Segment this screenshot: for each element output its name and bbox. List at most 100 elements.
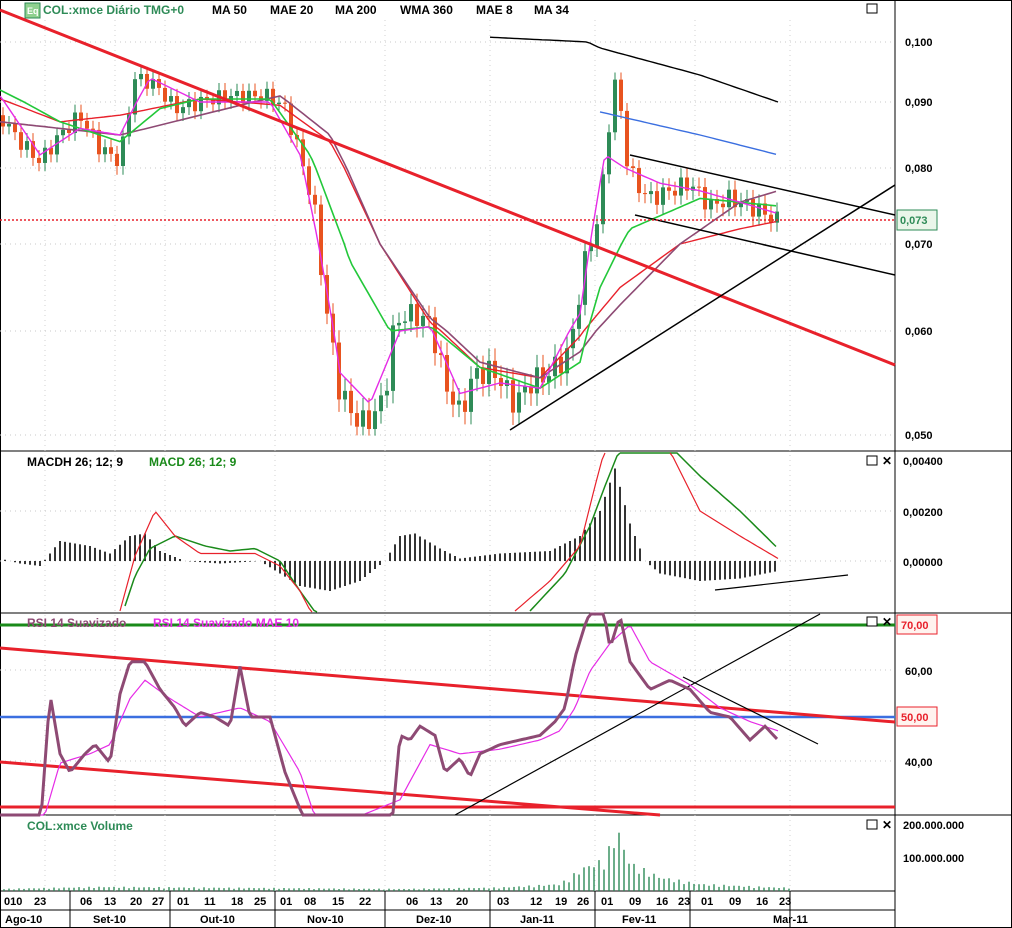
candle-body <box>421 315 425 326</box>
candle-body <box>61 129 65 136</box>
candle-body <box>619 79 623 111</box>
candle-body <box>655 191 659 205</box>
volume-label[interactable]: COL:xmce Volume <box>27 819 133 833</box>
day-tick: 26 <box>577 896 589 908</box>
rsi-label[interactable]: RSI 14 Suavizado <box>27 616 126 630</box>
candle-body <box>403 321 407 323</box>
candle-body <box>391 325 395 391</box>
price-tick: 0,090 <box>905 97 933 109</box>
macd-hist-label[interactable]: MACDH 26; 12; 9 <box>27 455 123 469</box>
candle-body <box>169 96 173 102</box>
close-icon[interactable]: ✕ <box>882 818 892 832</box>
day-tick: 13 <box>430 896 442 908</box>
candle-body <box>535 367 539 394</box>
candle-body <box>139 73 143 80</box>
candle-body <box>283 102 287 104</box>
candle-body <box>631 166 635 169</box>
candle-body <box>355 413 359 427</box>
day-tick: 23 <box>678 896 690 908</box>
candle-body <box>367 410 371 429</box>
candle-body <box>163 87 167 102</box>
day-tick: 01 <box>601 896 613 908</box>
candle-body <box>481 368 485 384</box>
maximize-icon[interactable] <box>866 819 878 830</box>
indicator-ma50[interactable]: MA 50 <box>212 3 247 17</box>
candle-body <box>85 120 89 129</box>
day-tick: 12 <box>530 896 542 908</box>
day-tick: 16 <box>756 896 768 908</box>
day-tick: 23 <box>34 896 46 908</box>
month-tick: Dez-10 <box>416 914 451 926</box>
candle-body <box>469 378 473 412</box>
indicator-ma200[interactable]: MA 200 <box>335 3 377 17</box>
day-tick: 11 <box>204 896 216 908</box>
day-tick: 27 <box>152 896 164 908</box>
candle-body <box>451 391 455 405</box>
candle-body <box>385 390 389 396</box>
month-tick: Ago-10 <box>5 914 42 926</box>
day-tick: 01 <box>280 896 292 908</box>
chart-canvas: 0,100 0,090 0,080 0,070 0,060 0,050 0,07… <box>0 0 1012 928</box>
candle-body <box>769 214 773 223</box>
day-tick: 01 <box>177 896 189 908</box>
indicator-ma34[interactable]: MA 34 <box>534 3 569 17</box>
symbol-label[interactable]: COL:xmce Diário TMG+0 <box>43 3 184 17</box>
indicator-wma360[interactable]: WMA 360 <box>400 3 453 17</box>
macd-tick: 0,00200 <box>903 507 943 519</box>
candle-body <box>109 147 113 154</box>
candle-body <box>19 132 23 150</box>
candle-body <box>517 392 521 413</box>
eq-icon-text: Eq <box>27 6 39 16</box>
macd-label[interactable]: MACD 26; 12; 9 <box>149 455 237 469</box>
candle-body <box>643 193 647 195</box>
candle-body <box>613 79 617 133</box>
month-tick: Nov-10 <box>307 914 344 926</box>
candle-body <box>7 123 11 127</box>
rsi-level: 70,00 <box>901 620 929 632</box>
day-tick: 25 <box>254 896 266 908</box>
candle-body <box>343 390 347 400</box>
day-tick: 09 <box>629 896 641 908</box>
candle-body <box>697 186 701 188</box>
maximize-icon[interactable] <box>866 455 878 466</box>
day-tick: 13 <box>104 896 116 908</box>
candle-body <box>595 224 599 247</box>
day-tick: 20 <box>130 896 142 908</box>
candle-body <box>637 168 641 194</box>
candle-body <box>523 386 527 393</box>
candle-body <box>757 203 761 217</box>
indicator-mae8[interactable]: MAE 8 <box>476 3 513 17</box>
day-tick: 23 <box>779 896 791 908</box>
rsi-ma-label[interactable]: RSI 14 Suavizado MAE 10 <box>153 616 299 630</box>
candle-body <box>373 411 377 429</box>
candle-body <box>751 199 755 217</box>
candle-body <box>409 304 413 322</box>
candle-body <box>601 174 605 225</box>
close-icon[interactable]: ✕ <box>882 615 892 629</box>
close-icon[interactable]: ✕ <box>882 454 892 468</box>
candle-body <box>253 90 257 97</box>
candle-body <box>397 322 401 326</box>
price-tick: 0,080 <box>905 163 933 175</box>
candle-body <box>103 147 107 155</box>
day-tick: 22 <box>359 896 371 908</box>
candle-body <box>13 123 17 133</box>
indicator-mae20[interactable]: MAE 20 <box>270 3 314 17</box>
rsi-tick: 40,00 <box>905 757 933 769</box>
candle-body <box>475 368 479 379</box>
candle-body <box>277 102 281 105</box>
last-price-label: 0,073 <box>900 215 928 227</box>
maximize-icon[interactable] <box>866 616 878 627</box>
candle-body <box>115 153 119 166</box>
candle-body <box>313 194 317 205</box>
month-tick: Fev-11 <box>622 914 656 926</box>
macd-tick: 0,00000 <box>903 557 943 569</box>
candle-body <box>25 141 29 150</box>
maximize-icon[interactable] <box>866 3 878 14</box>
candle-body <box>379 395 383 412</box>
month-tick: Set-10 <box>93 914 126 926</box>
candle-body <box>721 203 725 208</box>
candle-body <box>667 187 671 191</box>
day-tick: 06 <box>406 896 418 908</box>
rsi-tick: 60,00 <box>905 666 933 678</box>
